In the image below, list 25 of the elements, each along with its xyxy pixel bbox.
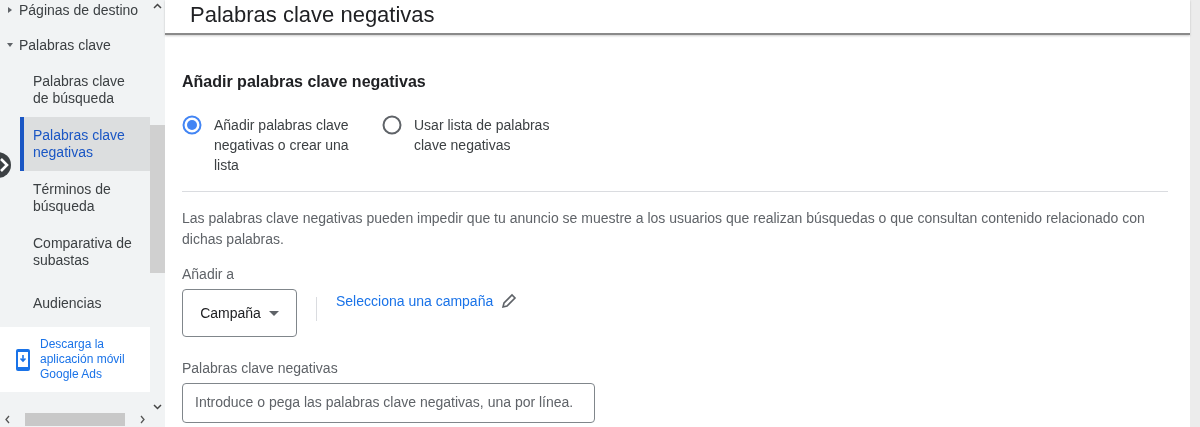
field-label: Añadir a [182,266,236,282]
chevron-down-icon[interactable] [152,403,163,411]
nav-item[interactable]: Audiencias [0,285,150,321]
phone-download-icon [16,348,30,371]
nav-group[interactable]: Páginas de destino [0,0,150,20]
campaign-dropdown[interactable]: Campaña [182,289,297,337]
caret-down-icon [268,310,279,316]
caret-right-icon [6,6,14,14]
description-text: Las palabras clave negativas pueden impedir que tu anuncio se muestre a los usuarios que realizan búsquedas o que consultan contenido relacionado con dichas palabras. [182,209,1146,249]
radio-option[interactable]: Usar lista de palabras clave negativas [382,115,560,175]
scroll-right-icon[interactable] [139,415,146,424]
nav-group[interactable]: Palabras clave [0,26,150,63]
scrollbar-thumb[interactable] [150,125,165,273]
scrollbar-track[interactable] [1190,0,1200,427]
scrollbar-thumb[interactable] [25,413,125,426]
chevron-up-icon[interactable] [152,2,163,10]
scroll-left-icon[interactable] [4,415,11,424]
field-label: Palabras clave negativas [182,360,339,376]
page-title: Palabras clave negativas [190,2,435,28]
section-title: Añadir palabras clave negativas [182,73,427,91]
caret-down-icon [6,40,14,49]
keywords-input-field[interactable]: Introduce o pega las palabras clave negativas, una por línea. [182,383,595,423]
nav-item[interactable]: Palabras clave negativas [20,117,150,171]
radio-option[interactable]: Añadir palabras clave negativas o crear una lista [182,115,360,175]
select-campaign-link[interactable]: Selecciona una campaña [336,291,520,311]
